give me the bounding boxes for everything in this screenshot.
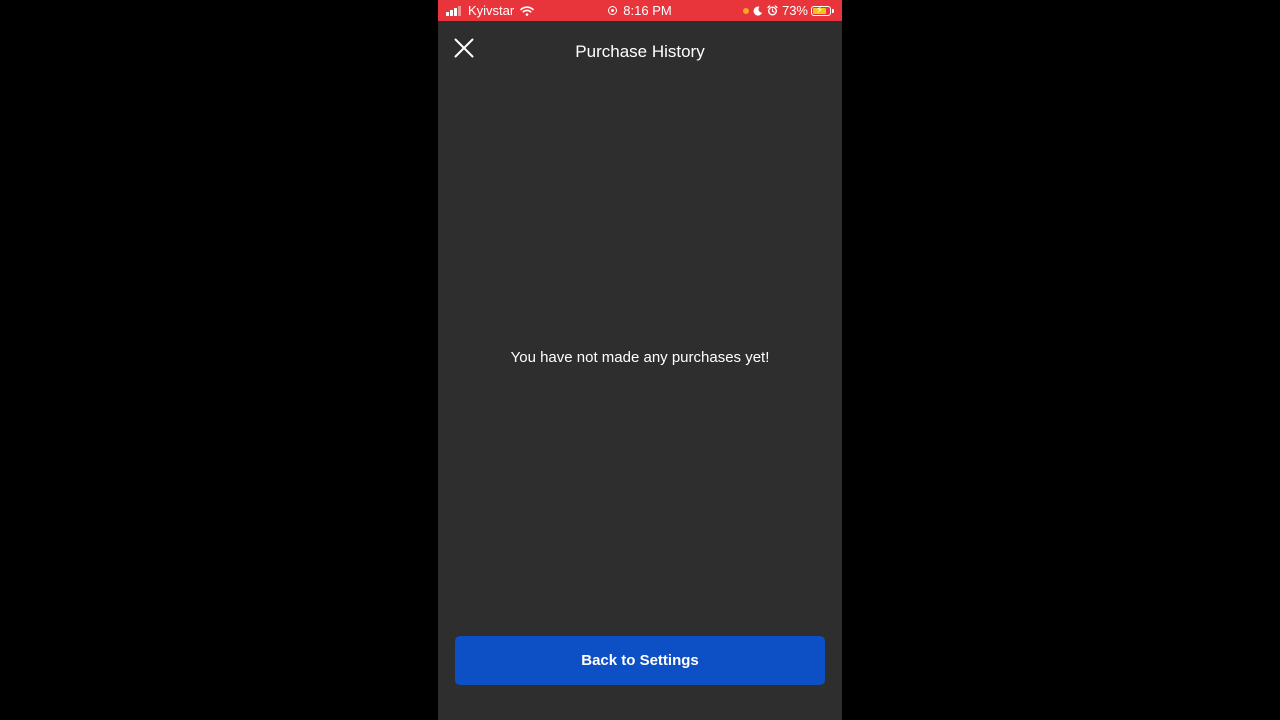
phone-screen: Kyivstar 8:16 PM 73% ⚡ Purchase History … — [438, 0, 842, 720]
page-title: Purchase History — [575, 42, 705, 61]
battery-charging-icon: ⚡ — [811, 5, 831, 16]
screen-record-icon — [608, 6, 618, 15]
status-bar-right: 73% ⚡ — [742, 0, 834, 21]
battery-cap — [832, 8, 834, 13]
back-to-settings-button[interactable]: Back to Settings — [455, 636, 825, 685]
battery-percent: 73% — [781, 3, 808, 18]
moon-icon — [753, 6, 763, 16]
status-time: 8:16 PM — [623, 3, 672, 18]
empty-state-message: You have not made any purchases yet! — [510, 349, 770, 366]
status-bar: Kyivstar 8:16 PM 73% ⚡ — [438, 0, 842, 21]
orange-dot-indicator — [742, 7, 749, 14]
alarm-icon — [767, 5, 778, 16]
